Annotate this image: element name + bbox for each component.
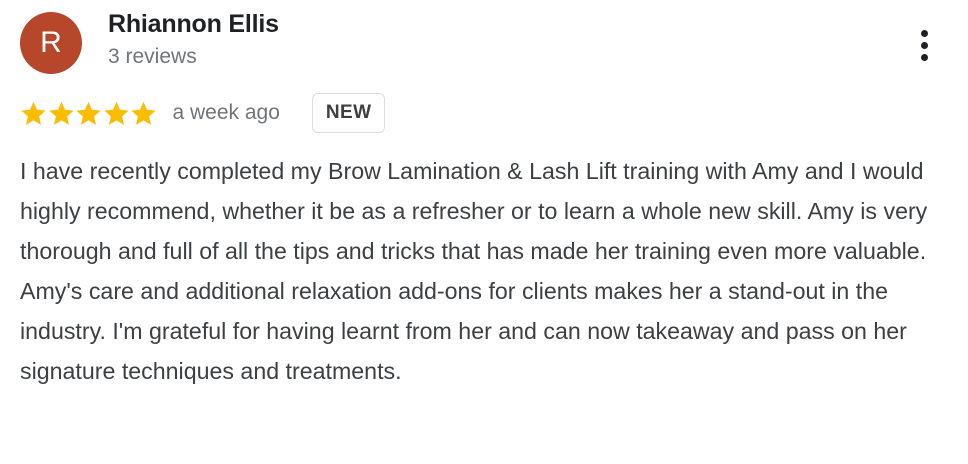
author-name[interactable]: Rhiannon Ellis <box>108 10 279 39</box>
new-badge: NEW <box>311 93 386 133</box>
more-options-button[interactable] <box>906 22 942 68</box>
star-icon <box>131 101 156 125</box>
star-icon <box>76 101 101 125</box>
star-icon <box>48 101 74 125</box>
review-card: R Rhiannon Ellis 3 reviews a week ago NE… <box>0 0 968 464</box>
star-icon <box>21 101 46 125</box>
avatar-initial: R <box>40 26 62 59</box>
author-review-count: 3 reviews <box>108 45 197 68</box>
more-vert-icon <box>920 29 928 37</box>
review-text: I have recently completed my Brow Lamina… <box>20 158 928 384</box>
rating-row: a week ago NEW <box>20 92 386 134</box>
avatar[interactable]: R <box>20 12 82 74</box>
review-date: a week ago <box>172 101 280 124</box>
star-icon <box>103 101 129 125</box>
star-rating <box>20 100 158 127</box>
